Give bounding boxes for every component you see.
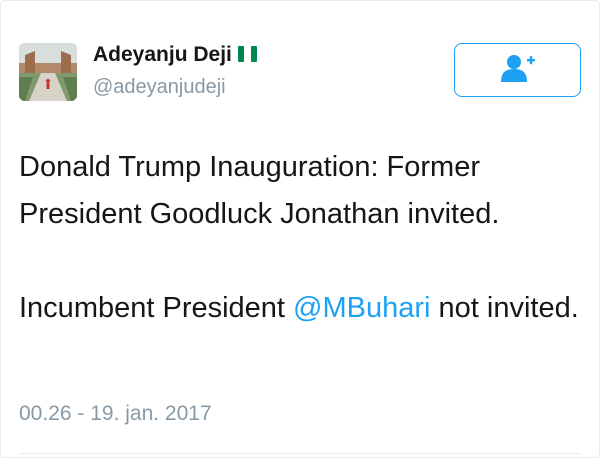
tweet-text-suffix: not invited. — [430, 292, 579, 324]
tweet-paragraph-2: Incumbent President @MBuhari not invited… — [19, 285, 584, 332]
nigeria-flag-icon — [237, 45, 258, 69]
add-user-icon — [500, 53, 536, 88]
avatar[interactable] — [19, 43, 77, 101]
tweet-text: Donald Trump Inauguration: Former Presid… — [19, 144, 584, 332]
tweet-timestamp[interactable]: 00.26 - 19. jan. 2017 — [19, 401, 212, 427]
avatar-image — [19, 43, 77, 101]
tweet-card: Adeyanju Deji @adeyanjudeji Donald Trump… — [0, 0, 600, 458]
mention-link[interactable]: @MBuhari — [293, 292, 430, 324]
follow-button[interactable] — [454, 43, 581, 97]
user-handle[interactable]: @adeyanjudeji — [93, 75, 226, 99]
display-name-text: Adeyanju Deji — [93, 43, 232, 66]
display-name[interactable]: Adeyanju Deji — [93, 43, 258, 69]
divider — [19, 453, 581, 454]
tweet-paragraph-1: Donald Trump Inauguration: Former Presid… — [19, 151, 500, 230]
tweet-text-prefix: Incumbent President — [19, 292, 294, 324]
